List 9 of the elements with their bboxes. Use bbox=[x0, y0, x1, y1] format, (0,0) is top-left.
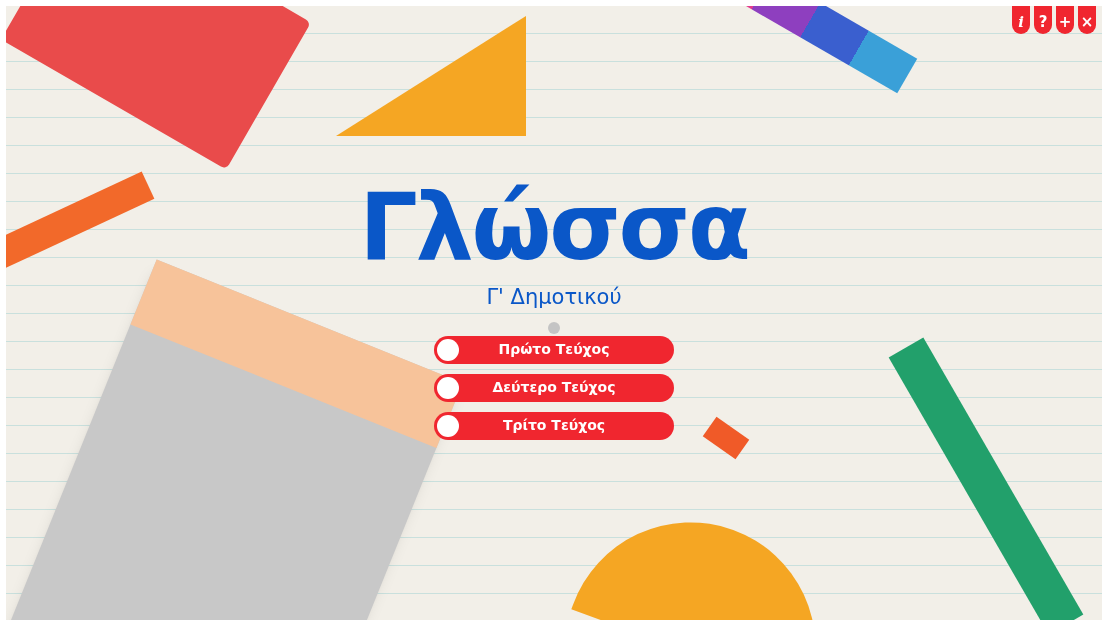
app-subtitle: Γ' Δημοτικού bbox=[486, 284, 622, 311]
volume-button[interactable]: Πρώτο Τεύχος bbox=[434, 335, 674, 364]
info-button[interactable]: i bbox=[1012, 6, 1030, 34]
volume-button[interactable]: Δεύτερο Τεύχος bbox=[434, 373, 674, 402]
help-button[interactable]: ? bbox=[1034, 6, 1052, 34]
volume-button[interactable]: Τρίτο Τεύχος bbox=[434, 411, 674, 440]
close-button[interactable]: × bbox=[1078, 6, 1096, 34]
zoom-button[interactable]: + bbox=[1056, 6, 1074, 34]
app-title: Γλώσσα bbox=[359, 182, 749, 274]
